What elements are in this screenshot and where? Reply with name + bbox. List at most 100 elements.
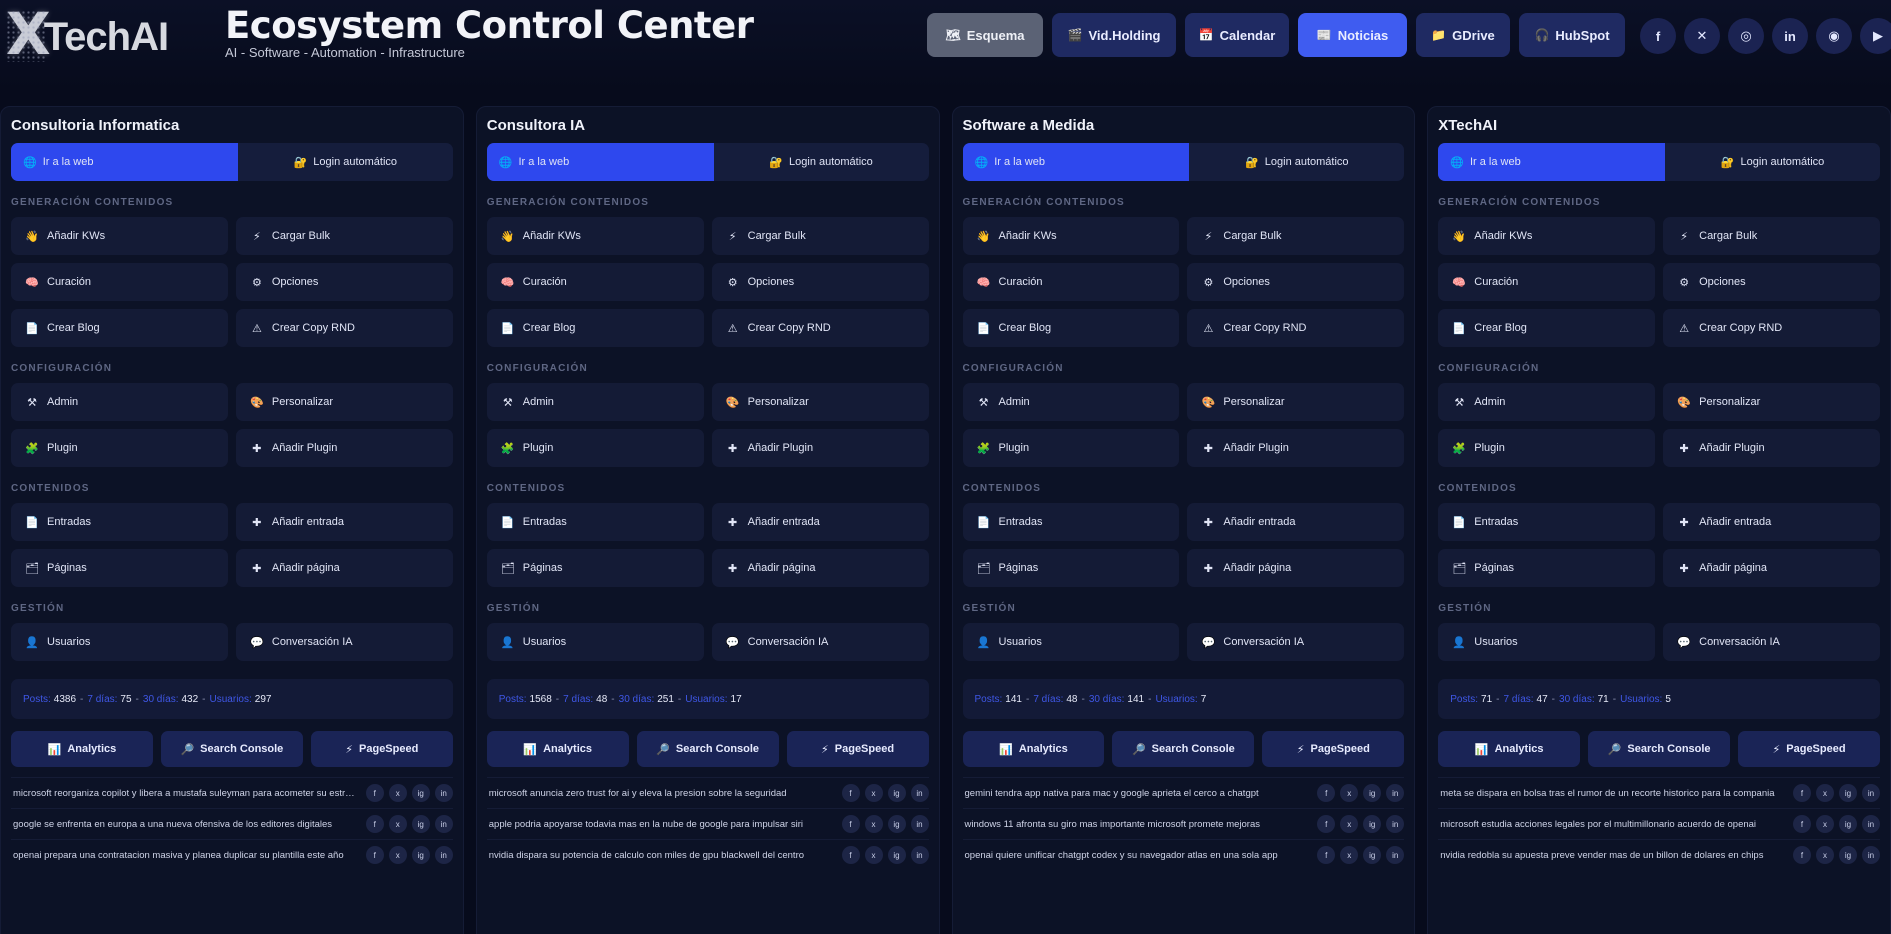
auto-login-button[interactable]: 🔐 Login automático [238,143,453,181]
news-headline[interactable]: microsoft anuncia zero trust for ai y el… [487,788,842,799]
entradas-button[interactable]: 📄 Entradas [1438,503,1656,541]
chat-icon[interactable]: ◉ [1816,18,1852,54]
linkedin-icon[interactable]: in [1772,18,1808,54]
facebook-share-icon[interactable]: f [1317,846,1336,864]
facebook-share-icon[interactable]: f [365,784,384,802]
paginas-button[interactable]: 🗂 Páginas [1438,549,1656,587]
anadir-plugin-button[interactable]: ✚ Añadir Plugin [711,429,929,467]
news-headline[interactable]: nvidia redobla su apuesta preve vender m… [1438,850,1793,861]
admin-button[interactable]: ⚒ Admin [486,383,704,421]
facebook-share-icon[interactable]: f [841,815,860,833]
personalizar-button[interactable]: 🎨 Personalizar [235,383,453,421]
anadir-plugin-button[interactable]: ✚ Añadir Plugin [1187,429,1405,467]
news-headline[interactable]: apple podria apoyarse todavia mas en la … [487,819,842,830]
facebook-share-icon[interactable]: f [365,846,384,864]
go-to-web-button[interactable]: 🌐 Ir a la web [486,143,714,181]
nav-noticias-button[interactable]: 📰 Noticias [1298,13,1407,57]
auto-login-button[interactable]: 🔐 Login automático [1189,143,1404,181]
anadir-entrada-button[interactable]: ✚ Añadir entrada [1187,503,1405,541]
usuarios-button[interactable]: 👤 Usuarios [962,623,1180,661]
crear-blog-button[interactable]: 📄 Crear Blog [962,309,1180,347]
facebook-share-icon[interactable]: f [1793,815,1811,833]
anadir-kws-button[interactable]: 👋 Añadir KWs [962,217,1180,255]
crear-blog-button[interactable]: 📄 Crear Blog [1438,309,1656,347]
news-headline[interactable]: nvidia dispara su potencia de calculo co… [487,850,842,861]
crear-blog-button[interactable]: 📄 Crear Blog [486,309,704,347]
analytics-button[interactable]: 📊 Analytics [962,731,1105,767]
plugin-button[interactable]: 🧩 Plugin [11,429,228,467]
anadir-pagina-button[interactable]: ✚ Añadir página [711,549,929,587]
x-share-icon[interactable]: x [864,846,883,864]
facebook-share-icon[interactable]: f [365,815,384,833]
linkedin-share-icon[interactable]: in [434,846,453,864]
x-share-icon[interactable]: x [1816,815,1834,833]
instagram-share-icon[interactable]: ig [1839,784,1857,802]
anadir-kws-button[interactable]: 👋 Añadir KWs [1438,217,1656,255]
linkedin-share-icon[interactable]: in [1386,846,1405,864]
cargar-bulk-button[interactable]: ⚡ Cargar Bulk [711,217,929,255]
anadir-entrada-button[interactable]: ✚ Añadir entrada [711,503,929,541]
opciones-button[interactable]: ⚙ Opciones [711,263,929,301]
opciones-button[interactable]: ⚙ Opciones [1187,263,1405,301]
linkedin-share-icon[interactable]: in [1862,846,1880,864]
news-headline[interactable]: openai quiere unificar chatgpt codex y s… [963,850,1318,861]
x-share-icon[interactable]: x [1340,846,1359,864]
instagram-share-icon[interactable]: ig [1363,815,1382,833]
crear-copy-rnd-button[interactable]: ⚠ Crear Copy RND [1663,309,1880,347]
nav-gdrive-button[interactable]: 📁 GDrive [1416,13,1510,57]
facebook-icon[interactable]: f [1640,18,1676,54]
x-share-icon[interactable]: x [388,784,407,802]
anadir-pagina-button[interactable]: ✚ Añadir página [1187,549,1405,587]
news-headline[interactable]: openai prepara una contratacion masiva y… [11,850,366,861]
x-share-icon[interactable]: x [864,784,883,802]
go-to-web-button[interactable]: 🌐 Ir a la web [11,143,238,181]
paginas-button[interactable]: 🗂 Páginas [11,549,228,587]
anadir-pagina-button[interactable]: ✚ Añadir página [235,549,453,587]
nav-calendar-button[interactable]: 📅 Calendar [1185,13,1289,57]
conversacion-ia-button[interactable]: 💬 Conversación IA [711,623,929,661]
anadir-kws-button[interactable]: 👋 Añadir KWs [486,217,704,255]
facebook-share-icon[interactable]: f [1317,815,1336,833]
anadir-pagina-button[interactable]: ✚ Añadir página [1663,549,1880,587]
cargar-bulk-button[interactable]: ⚡ Cargar Bulk [1187,217,1405,255]
instagram-share-icon[interactable]: ig [887,784,906,802]
anadir-plugin-button[interactable]: ✚ Añadir Plugin [1663,429,1880,467]
curacion-button[interactable]: 🧠 Curación [962,263,1180,301]
entradas-button[interactable]: 📄 Entradas [962,503,1180,541]
linkedin-share-icon[interactable]: in [1386,815,1405,833]
opciones-button[interactable]: ⚙ Opciones [1663,263,1880,301]
linkedin-share-icon[interactable]: in [434,784,453,802]
x-share-icon[interactable]: x [1816,784,1834,802]
anadir-entrada-button[interactable]: ✚ Añadir entrada [1663,503,1880,541]
plugin-button[interactable]: 🧩 Plugin [486,429,704,467]
pagespeed-button[interactable]: ⚡ PageSpeed [1262,731,1405,767]
facebook-share-icon[interactable]: f [1793,784,1811,802]
search-console-button[interactable]: 🔎 Search Console [1112,731,1255,767]
go-to-web-button[interactable]: 🌐 Ir a la web [1438,143,1666,181]
anadir-plugin-button[interactable]: ✚ Añadir Plugin [235,429,453,467]
instagram-share-icon[interactable]: ig [1839,846,1857,864]
crear-copy-rnd-button[interactable]: ⚠ Crear Copy RND [1187,309,1405,347]
curacion-button[interactable]: 🧠 Curación [11,263,228,301]
nav-esquema-button[interactable]: 🗺 Esquema [927,13,1043,57]
personalizar-button[interactable]: 🎨 Personalizar [711,383,929,421]
opciones-button[interactable]: ⚙ Opciones [235,263,453,301]
entradas-button[interactable]: 📄 Entradas [11,503,228,541]
usuarios-button[interactable]: 👤 Usuarios [11,623,228,661]
nav-vidholding-button[interactable]: 🎬 Vid.Holding [1052,13,1176,57]
analytics-button[interactable]: 📊 Analytics [1438,731,1581,767]
search-console-button[interactable]: 🔎 Search Console [636,731,779,767]
pagespeed-button[interactable]: ⚡ PageSpeed [1738,731,1881,767]
conversacion-ia-button[interactable]: 💬 Conversación IA [1663,623,1880,661]
cargar-bulk-button[interactable]: ⚡ Cargar Bulk [235,217,453,255]
anadir-kws-button[interactable]: 👋 Añadir KWs [11,217,228,255]
usuarios-button[interactable]: 👤 Usuarios [1438,623,1656,661]
news-headline[interactable]: microsoft reorganiza copilot y libera a … [11,788,366,799]
usuarios-button[interactable]: 👤 Usuarios [486,623,704,661]
news-headline[interactable]: windows 11 afronta su giro mas important… [963,819,1318,830]
facebook-share-icon[interactable]: f [841,784,860,802]
instagram-share-icon[interactable]: ig [411,815,430,833]
personalizar-button[interactable]: 🎨 Personalizar [1187,383,1405,421]
facebook-share-icon[interactable]: f [1317,784,1336,802]
facebook-share-icon[interactable]: f [1793,846,1811,864]
